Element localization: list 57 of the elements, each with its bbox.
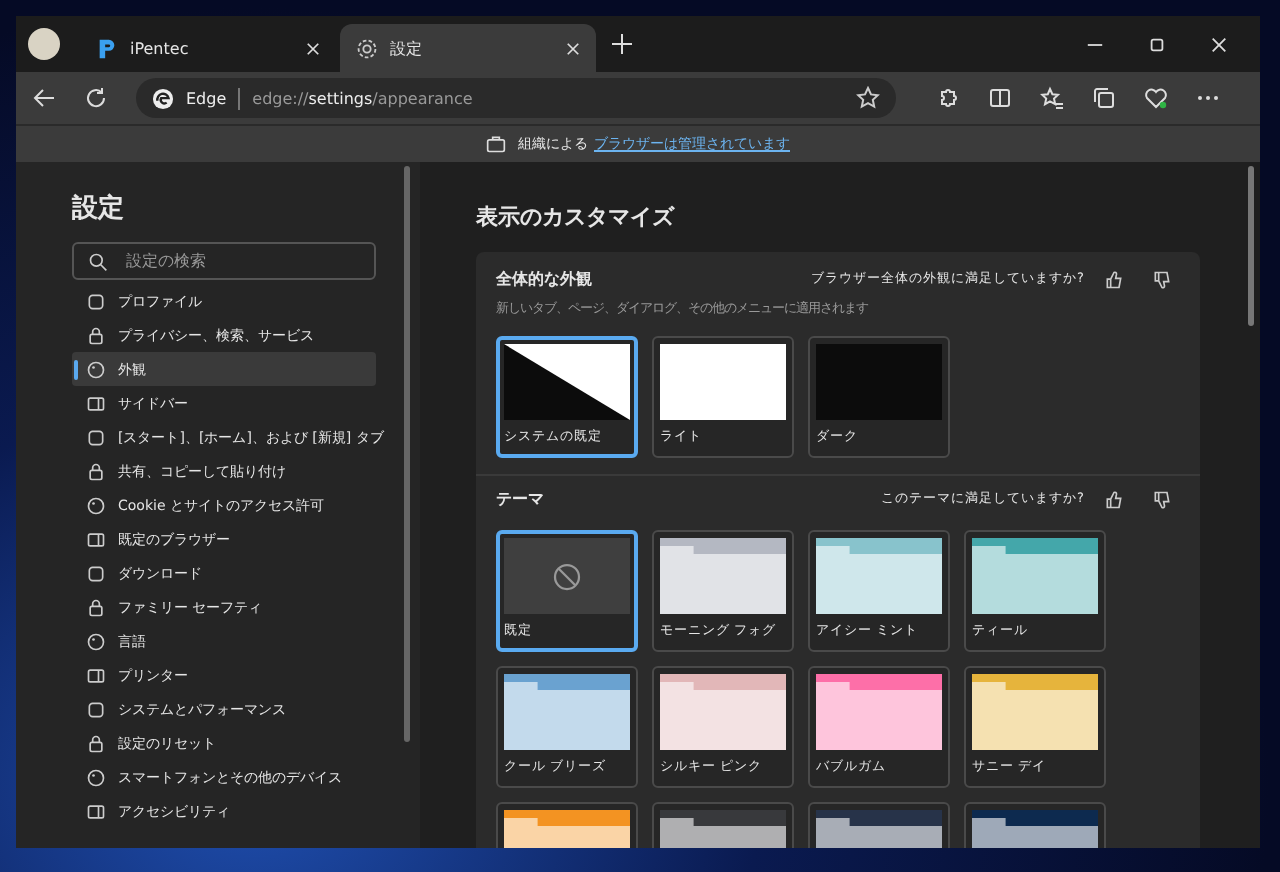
browser-name: Edge: [186, 89, 227, 107]
back-icon[interactable]: [32, 86, 56, 110]
search-field[interactable]: 設定の検索: [72, 242, 376, 280]
dark-preview: [816, 344, 942, 420]
menu-item-icon: [86, 767, 106, 787]
menu-item-icon: [86, 631, 106, 651]
settings-title: 設定: [72, 191, 126, 226]
menu-item-icon: [86, 359, 106, 379]
menu-item-icon: [86, 291, 106, 311]
collections-icon[interactable]: [1092, 86, 1116, 110]
menu-item-icon: [86, 665, 106, 685]
new-tab-icon[interactable]: [612, 34, 632, 54]
scrollbar-thumb[interactable]: [1248, 166, 1254, 326]
close-icon[interactable]: [306, 41, 320, 55]
page-heading: 表示のカスタマイズ: [476, 202, 677, 232]
thumbs-down-icon[interactable]: [1152, 489, 1172, 509]
browser-logo-icon: [152, 87, 174, 109]
briefcase-icon: [486, 134, 506, 154]
address-bar[interactable]: Edge edge://settings/appearance: [136, 78, 896, 118]
thumbs-down-icon[interactable]: [1152, 269, 1172, 289]
refresh-icon[interactable]: [84, 86, 108, 110]
scrollbar-thumb[interactable]: [404, 166, 410, 742]
extensions-icon[interactable]: [936, 86, 960, 110]
section-title: 全体的な外観: [496, 268, 592, 290]
light-preview: [660, 344, 786, 420]
menu-item-icon: [86, 427, 106, 447]
browser-tab[interactable]: iPentec: [80, 24, 336, 72]
prohibited-icon: [552, 561, 582, 591]
tab-title: iPentec: [130, 39, 191, 57]
menu-item-icon: [86, 325, 106, 345]
split-screen-icon[interactable]: [988, 86, 1012, 110]
menu-item-icon: [86, 699, 106, 719]
menu-item-icon: [86, 495, 106, 515]
close-icon[interactable]: [566, 41, 580, 55]
avatar-icon[interactable]: [28, 28, 60, 60]
menu-item-icon: [86, 597, 106, 617]
search-icon: [88, 252, 108, 272]
browser-tab[interactable]: 設定: [340, 24, 596, 72]
thumbs-up-icon[interactable]: [1104, 269, 1124, 289]
favorite-star-icon[interactable]: [856, 86, 880, 110]
maximize-icon[interactable]: [1148, 35, 1166, 53]
thumbs-up-icon[interactable]: [1104, 489, 1124, 509]
menu-item-icon: [86, 461, 106, 481]
settings-icon: [356, 37, 378, 59]
menu-item-icon: [86, 563, 106, 583]
tab-title: 設定: [390, 37, 424, 59]
url-text: edge://settings/appearance: [252, 89, 473, 107]
site-logo-icon: [96, 37, 118, 59]
system-preview-drawing: [504, 344, 630, 420]
menu-item-icon: [86, 733, 106, 753]
section-title: テーマ: [496, 488, 544, 510]
heart-pulse-icon[interactable]: [1144, 86, 1168, 110]
menu-item-icon: [86, 393, 106, 413]
menu-item-icon: [86, 529, 106, 549]
favorites-icon[interactable]: [1040, 86, 1064, 110]
menu-item-icon: [86, 801, 106, 821]
close-icon[interactable]: [1210, 35, 1228, 53]
